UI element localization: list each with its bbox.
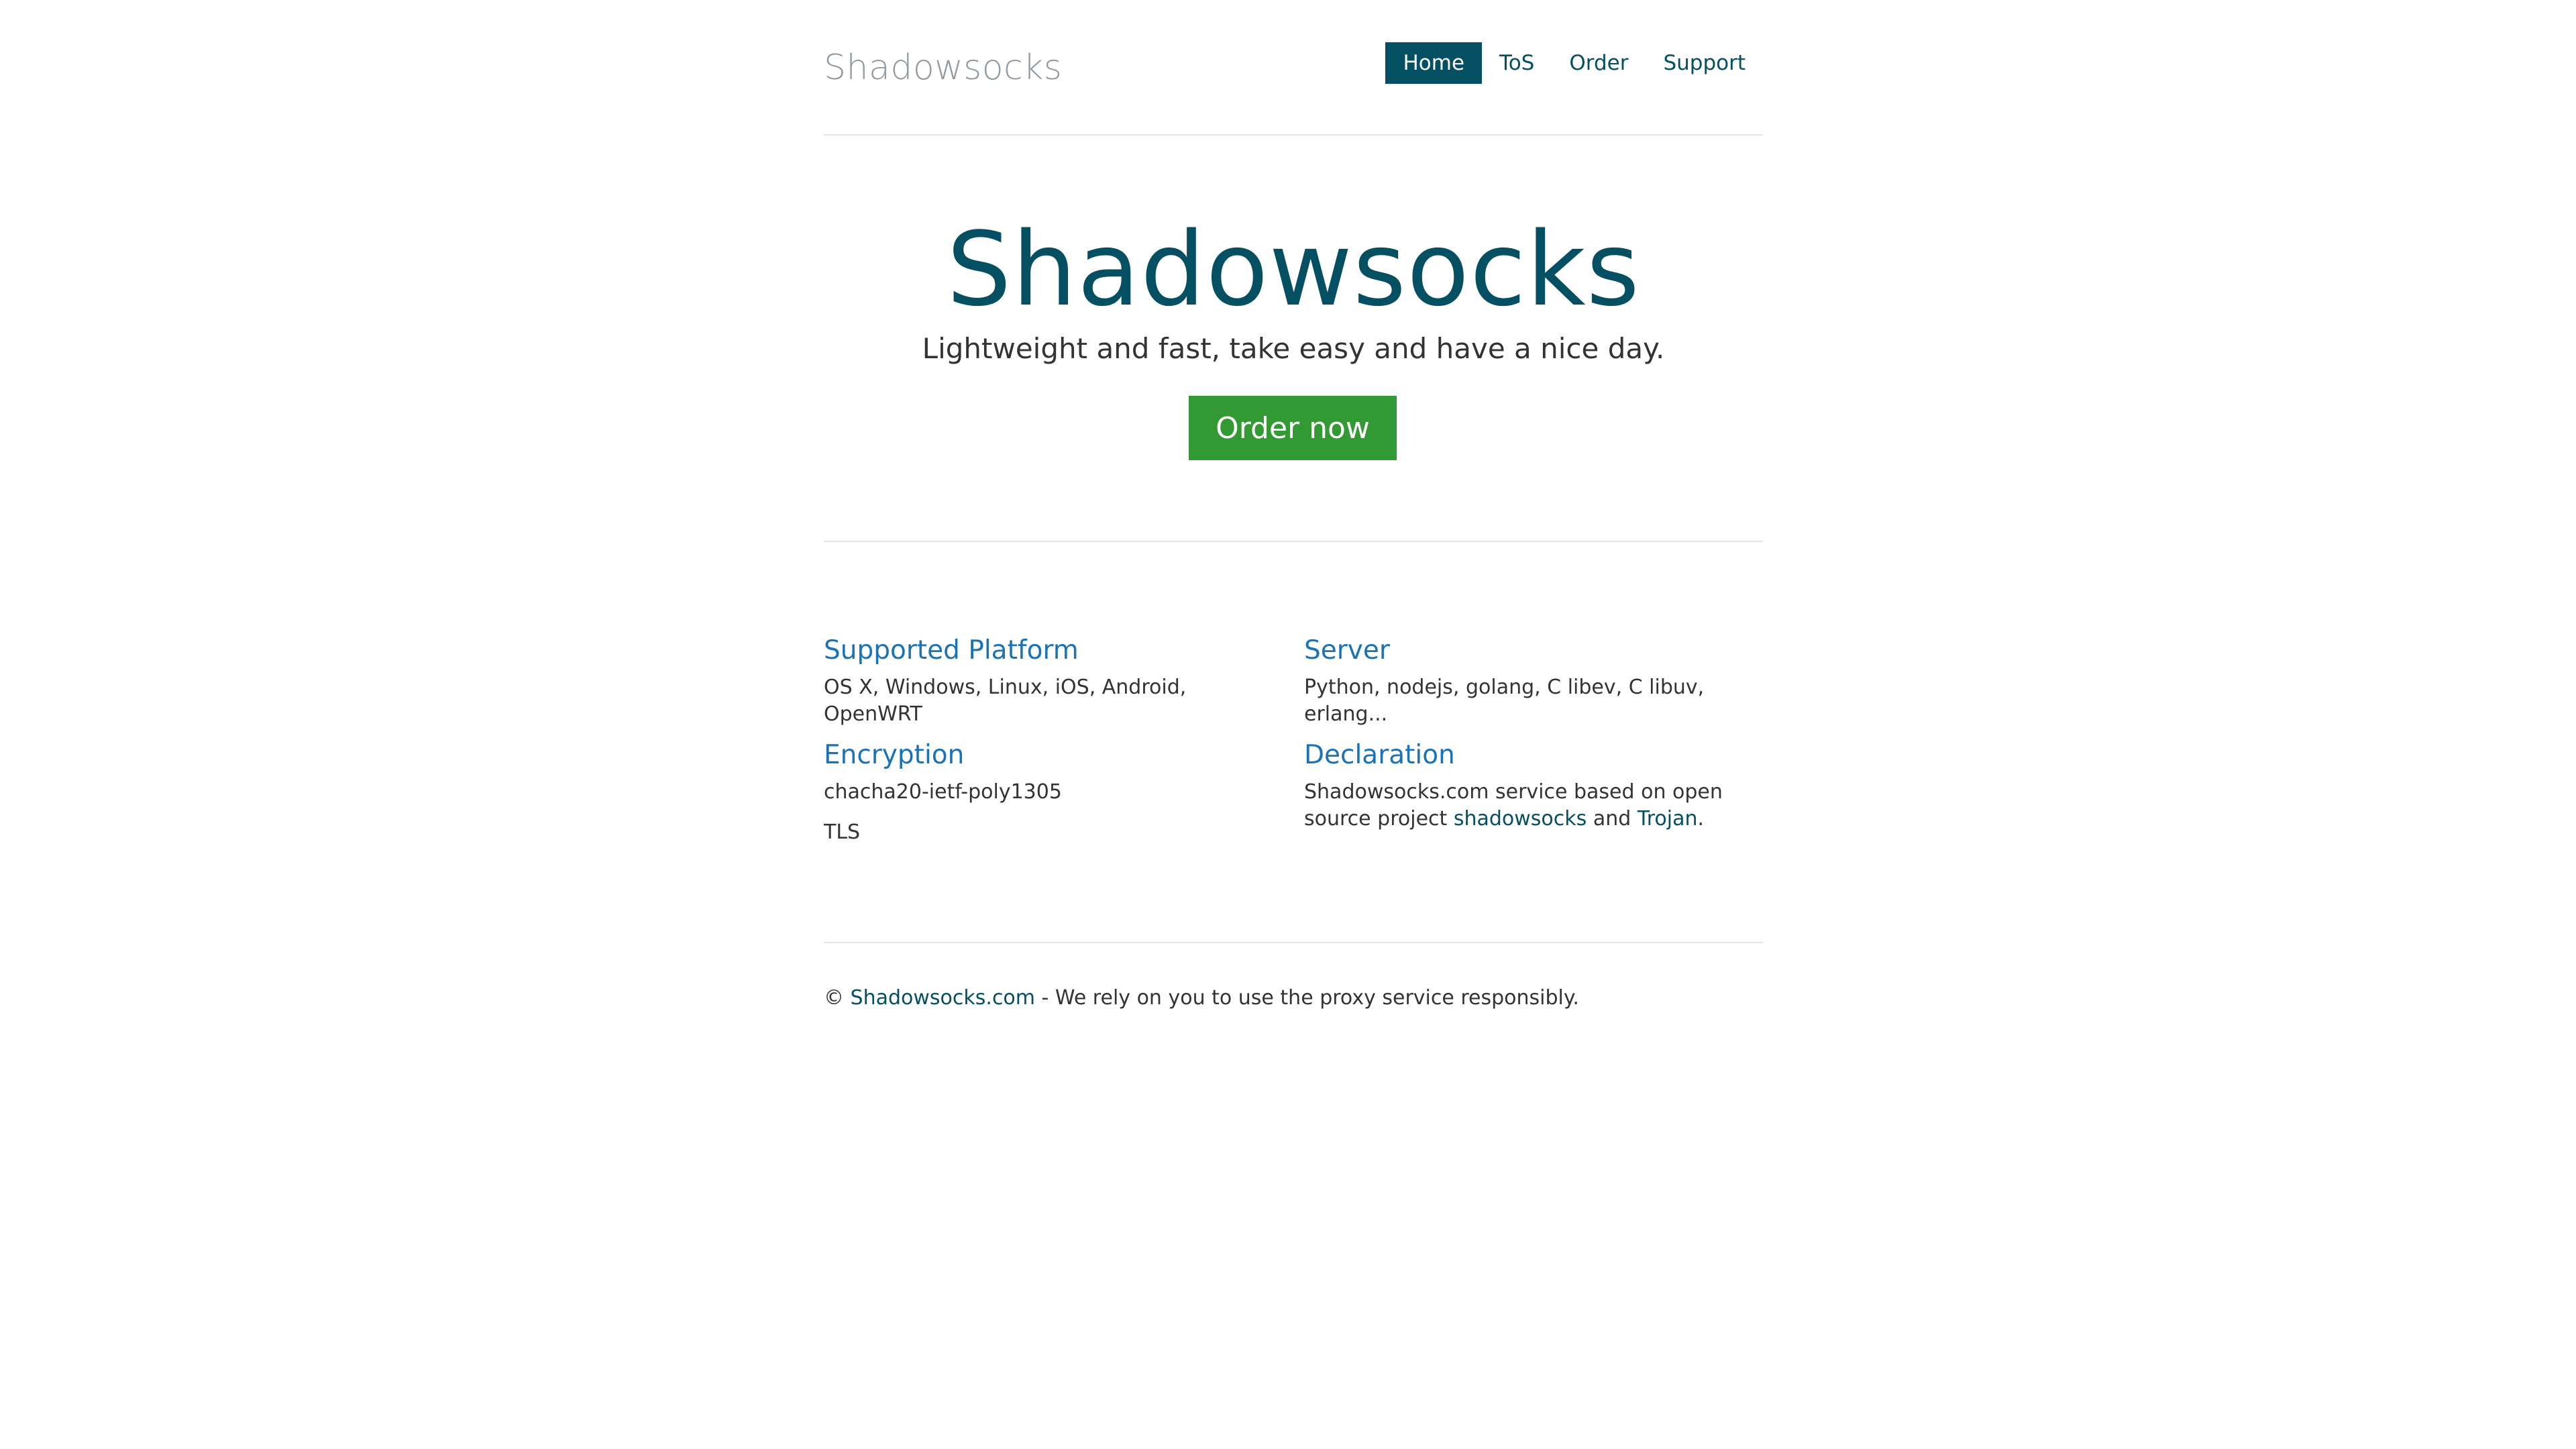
copyright-symbol: © [824, 986, 851, 1010]
hero-title: Shadowsocks [947, 210, 1640, 329]
footer-text: - We rely on you to use the proxy servic… [1035, 986, 1579, 1010]
feature-title: Server [1304, 635, 1390, 665]
feature-text: Python, nodejs, golang, C libev, C libuv… [1304, 676, 1705, 726]
feature-title: Declaration [1304, 740, 1455, 770]
feature-encryption: Encryption chacha20-ietf-poly1305 TLS [824, 739, 1267, 846]
nav-order[interactable]: Order [1552, 42, 1646, 84]
feature-text: TLS [824, 820, 861, 844]
feature-title: Encryption [824, 740, 965, 770]
declaration-text: . [1697, 807, 1705, 830]
page-container: Shadowsocks Home ToS Order Support [824, 0, 1763, 136]
nav-support[interactable]: Support [1646, 42, 1763, 84]
feature-text: OS X, Windows, Linux, iOS, Android, Open… [824, 676, 1187, 726]
nav-tos[interactable]: ToS [1482, 42, 1552, 84]
feature-title: Supported Platform [824, 635, 1079, 665]
brand-logo-text[interactable]: Shadowsocks [824, 44, 1062, 91]
declaration-text: and [1587, 807, 1638, 830]
order-now-button[interactable]: Order now [1189, 396, 1397, 460]
feature-text: Shadowsocks.com service based on open so… [1304, 779, 1747, 833]
feature-server: Server Python, nodejs, golang, C libev, … [1304, 634, 1747, 728]
footer-divider [824, 942, 1763, 943]
header: Shadowsocks Home ToS Order Support [824, 0, 1763, 136]
feature-declaration: Declaration Shadowsocks.com service base… [1304, 739, 1747, 833]
feature-text: chacha20-ietf-poly1305 [824, 780, 1062, 804]
nav-home[interactable]: Home [1385, 42, 1483, 84]
shadowsocks-link[interactable]: shadowsocks [1454, 807, 1587, 830]
main-nav: Home ToS Order Support [1385, 42, 1763, 84]
footer-home-link[interactable]: Shadowsocks.com [851, 986, 1035, 1010]
hero-tagline: Lightweight and fast, take easy and have… [922, 332, 1665, 365]
trojan-link[interactable]: Trojan [1638, 807, 1698, 830]
footer: © Shadowsocks.com - We rely on you to us… [824, 985, 1579, 1012]
feature-supported-platform: Supported Platform OS X, Windows, Linux,… [824, 634, 1267, 728]
